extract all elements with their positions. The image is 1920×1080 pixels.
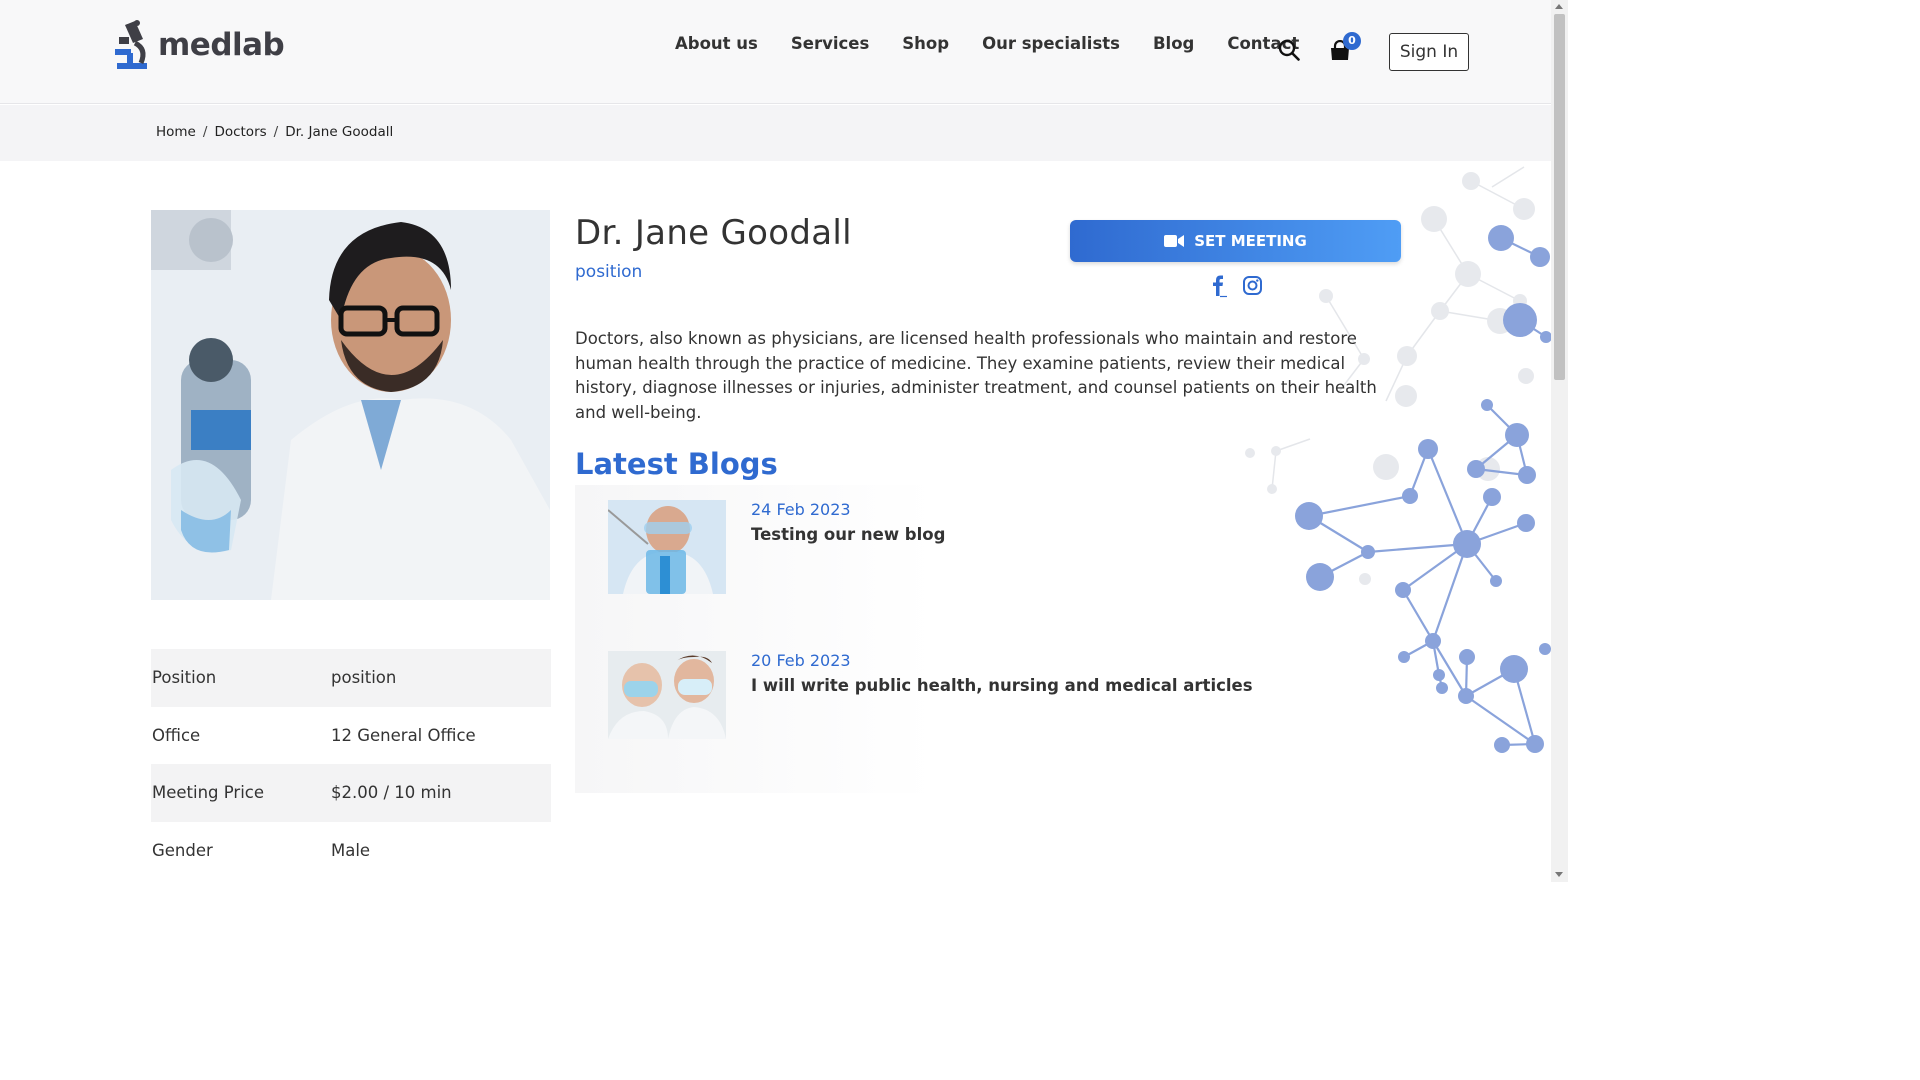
logo-link[interactable]: medlab — [113, 19, 285, 71]
video-camera-icon — [1164, 235, 1185, 247]
breadcrumb-doctors[interactable]: Doctors — [214, 124, 266, 140]
doctor-bio: Doctors, also known as physicians, are l… — [575, 329, 1377, 422]
set-meeting-label: SET MEETING — [1194, 232, 1307, 250]
info-row-office: Office 12 General Office — [151, 707, 551, 765]
latest-blogs-heading: Latest Blogs — [575, 447, 778, 481]
info-label: Gender — [152, 840, 213, 860]
nav-about-us[interactable]: About us — [675, 34, 758, 53]
breadcrumb-bar: Home / Doctors / Dr. Jane Goodall — [0, 105, 1551, 161]
scroll-thumb[interactable] — [1554, 14, 1565, 380]
nav-our-specialists[interactable]: Our specialists — [982, 34, 1120, 53]
cart-count-badge: 0 — [1343, 32, 1361, 50]
info-label: Meeting Price — [151, 764, 331, 822]
nav-services[interactable]: Services — [791, 34, 869, 53]
logo-text: medlab — [158, 27, 285, 63]
scroll-down-arrow[interactable] — [1555, 872, 1563, 877]
doctor-name: Dr. Jane Goodall — [575, 213, 852, 253]
blog-thumbnail — [608, 500, 726, 594]
info-value: Male — [331, 840, 371, 860]
nav-shop[interactable]: Shop — [902, 34, 949, 53]
breadcrumb-separator: / — [202, 124, 208, 140]
info-row-meeting-price: Meeting Price $2.00 / 10 min — [151, 764, 551, 822]
blog-thumbnail — [608, 651, 726, 739]
set-meeting-button[interactable]: SET MEETING — [1070, 220, 1401, 262]
info-row-position: Position position — [151, 649, 551, 707]
site-header: medlab About us Services Shop Our specia… — [0, 0, 1551, 104]
microscope-logo-icon — [115, 20, 147, 69]
blog-title[interactable]: Testing our new blog — [751, 525, 945, 544]
main-nav: About us Services Shop Our specialists B… — [675, 34, 1332, 53]
blog-date: 20 Feb 2023 — [751, 651, 851, 670]
blog-title[interactable]: I will write public health, nursing and … — [751, 676, 1253, 695]
info-value: 12 General Office — [331, 725, 476, 745]
info-label: Office — [152, 725, 201, 745]
blog-date: 24 Feb 2023 — [751, 500, 851, 519]
info-label: Position — [151, 649, 331, 707]
page-scrollbar[interactable] — [1551, 0, 1568, 882]
nav-blog[interactable]: Blog — [1153, 34, 1194, 53]
breadcrumb: Home / Doctors / Dr. Jane Goodall — [156, 124, 393, 140]
breadcrumb-separator: / — [273, 124, 279, 140]
doctor-photo — [151, 210, 550, 600]
info-value: position — [331, 649, 551, 707]
doctor-position: position — [575, 262, 643, 282]
instagram-icon[interactable] — [1242, 274, 1264, 298]
search-icon[interactable] — [1278, 39, 1300, 61]
info-row-gender: Gender Male — [151, 822, 551, 880]
sign-in-button[interactable]: Sign In — [1389, 33, 1469, 71]
scroll-up-arrow[interactable] — [1555, 4, 1563, 9]
breadcrumb-home[interactable]: Home — [156, 124, 196, 140]
breadcrumb-current: Dr. Jane Goodall — [285, 124, 394, 140]
info-value: $2.00 / 10 min — [331, 764, 551, 822]
doctor-info-table: Position position Office 12 General Offi… — [151, 649, 551, 879]
facebook-icon[interactable] — [1207, 274, 1229, 298]
